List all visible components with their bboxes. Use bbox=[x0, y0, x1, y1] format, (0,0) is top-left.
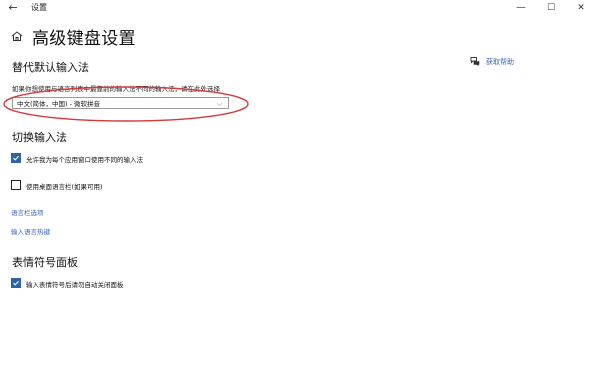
emoji-panel-heading: 表情符号面板 bbox=[12, 256, 78, 269]
red-annotation-ellipse bbox=[3, 86, 249, 122]
emoji-panel-label: 输入表情符号后请勿自动关闭面板 bbox=[26, 281, 124, 289]
language-bar-options-link[interactable]: 语言栏选项 bbox=[11, 207, 44, 217]
home-icon[interactable] bbox=[11, 31, 23, 41]
desktop-language-bar-label: 使用桌面语言栏(如果可用) bbox=[26, 183, 103, 191]
maximize-button[interactable]: ☐ bbox=[536, 0, 566, 16]
back-arrow-icon[interactable]: ← bbox=[6, 1, 20, 15]
switch-input-heading: 切换输入法 bbox=[12, 131, 67, 144]
checkmark-icon bbox=[13, 280, 19, 286]
per-app-input-checkbox[interactable] bbox=[11, 153, 21, 163]
desktop-language-bar-checkbox[interactable] bbox=[11, 180, 21, 190]
get-help-link[interactable]: 获取帮助 bbox=[486, 57, 514, 67]
input-language-hotkeys-link[interactable]: 输入语言热键 bbox=[11, 226, 50, 236]
chat-bubble-icon[interactable] bbox=[470, 56, 480, 66]
checkmark-icon bbox=[13, 155, 19, 161]
override-default-heading: 替代默认输入法 bbox=[12, 61, 89, 74]
emoji-panel-checkbox[interactable] bbox=[11, 278, 21, 288]
per-app-input-label: 允许我为每个应用窗口使用不同的输入法 bbox=[26, 156, 143, 164]
page-title: 高级键盘设置 bbox=[32, 29, 136, 49]
minimize-button[interactable]: — bbox=[506, 0, 536, 16]
title-bar: ← 设置 — ☐ ✕ bbox=[0, 0, 600, 17]
window-title: 设置 bbox=[31, 3, 47, 12]
close-button[interactable]: ✕ bbox=[566, 0, 596, 16]
